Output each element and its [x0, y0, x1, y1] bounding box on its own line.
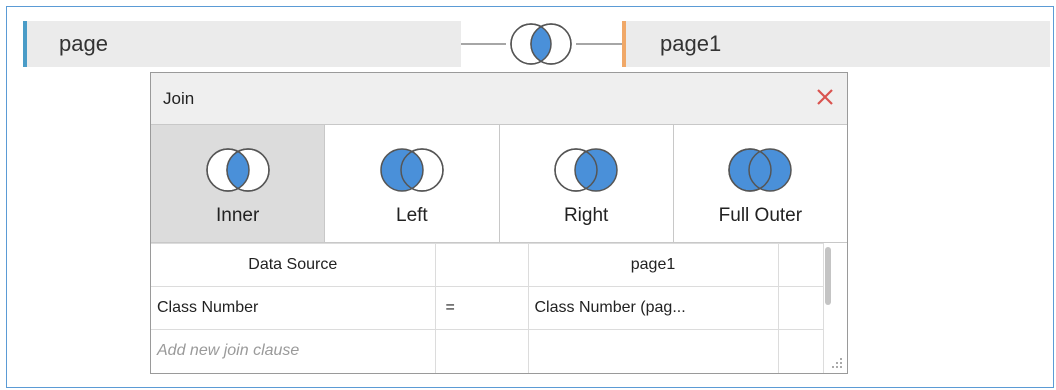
- table-row: Class Number = Class Number (pag...: [151, 286, 824, 330]
- vertical-scrollbar[interactable]: [825, 247, 831, 305]
- join-type-left-label: Left: [396, 205, 428, 226]
- left-source-header[interactable]: Data Source: [151, 243, 436, 287]
- add-row-spacer: [777, 329, 824, 373]
- full-outer-join-icon: [728, 148, 793, 192]
- join-dialog-header: Join: [151, 73, 847, 125]
- add-row-right-cell: [527, 329, 779, 373]
- right-table-name: page1: [660, 31, 722, 56]
- join-dialog: Join Inner Left Right Full Outer Data So…: [150, 72, 848, 374]
- join-type-inner-label: Inner: [215, 205, 260, 226]
- close-icon[interactable]: [813, 85, 837, 109]
- row-spacer: [777, 286, 824, 330]
- add-row-operator-cell: [434, 329, 529, 373]
- join-type-inner-button[interactable]: Inner: [151, 125, 326, 242]
- join-type-right-label: Right: [563, 205, 609, 226]
- operator-header: [434, 243, 529, 287]
- inner-join-icon: [205, 148, 270, 192]
- resize-grip-icon[interactable]: [831, 357, 843, 369]
- join-type-full-outer-label: Full Outer: [718, 205, 803, 226]
- join-clause-table: Data Source page1 Class Number = Class N…: [151, 243, 824, 373]
- right-field-cell[interactable]: Class Number (pag...: [527, 286, 779, 330]
- join-type-full-outer-button[interactable]: Full Outer: [673, 125, 847, 242]
- header-spacer: [777, 243, 824, 287]
- join-clause-header-row: Data Source page1: [151, 243, 824, 287]
- right-table-pill[interactable]: page1: [622, 21, 1050, 67]
- right-join-icon: [554, 148, 618, 192]
- add-clause-row: Add new join clause: [151, 329, 824, 373]
- join-connector-icon[interactable]: [461, 21, 622, 67]
- left-table-pill[interactable]: page: [23, 21, 461, 67]
- join-dialog-title: Join: [163, 89, 195, 108]
- left-join-icon: [380, 148, 444, 192]
- join-type-selector: Inner Left Right Full Outer: [151, 125, 847, 243]
- right-source-header[interactable]: page1: [527, 243, 779, 287]
- add-join-clause-input[interactable]: Add new join clause: [151, 329, 436, 373]
- left-table-name: page: [59, 31, 108, 56]
- left-field-cell[interactable]: Class Number: [151, 286, 436, 330]
- operator-cell[interactable]: =: [434, 286, 529, 330]
- join-type-left-button[interactable]: Left: [325, 125, 500, 242]
- join-type-right-button[interactable]: Right: [499, 125, 674, 242]
